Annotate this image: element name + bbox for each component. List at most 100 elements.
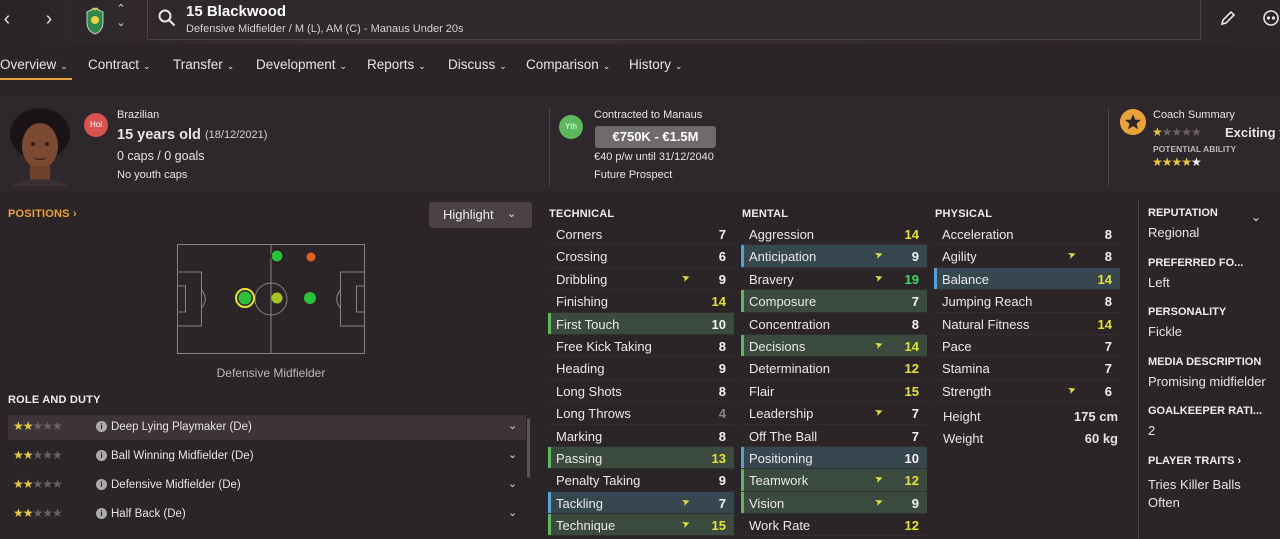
attribute-row[interactable]: Concentration 8 [741, 313, 927, 335]
search-icon[interactable] [158, 9, 176, 27]
attribute-name: Composure [749, 294, 817, 310]
tab-development[interactable]: Development ⌄ [256, 57, 347, 72]
attribute-row[interactable]: Decisions ➤ 14 [741, 334, 927, 358]
attribute-value: 14 [904, 338, 919, 354]
wage-contract: €40 p/w until 31/12/2040 [594, 151, 714, 163]
tab-transfer[interactable]: Transfer ⌄ [173, 57, 234, 72]
role-row[interactable]: ★★★★★ i Half Back (De) ⌄ [8, 502, 526, 527]
attribute-row[interactable]: Composure 7 [741, 290, 927, 313]
attribute-row[interactable]: Pace 7 [934, 335, 1120, 358]
physical-heading: PHYSICAL [935, 208, 993, 220]
trend-arrow-icon: ➤ [679, 271, 692, 285]
info-icon[interactable]: i [96, 450, 107, 461]
attribute-row[interactable]: Free Kick Taking 8 [548, 335, 734, 358]
attribute-row[interactable]: Bravery ➤ 19 [741, 268, 927, 291]
attribute-row[interactable]: Penalty Taking 9 [548, 469, 734, 492]
highlight-dropdown[interactable]: Highlight ⌄ [429, 202, 532, 228]
tab-bar: Overview ⌄ Contract ⌄ Transfer ⌄ Developmen… [0, 44, 1280, 84]
role-name: Ball Winning Midfielder (De) [111, 450, 254, 462]
attribute-row[interactable]: Positioning 10 [741, 446, 927, 470]
attribute-row[interactable]: Agility ➤ 8 [934, 245, 1120, 268]
transfer-value[interactable]: €750K - €1.5M [595, 126, 716, 148]
roles-scrollbar[interactable] [527, 418, 530, 478]
info-icon[interactable]: i [96, 508, 107, 519]
attribute-row[interactable]: Strength ➤ 6 [934, 380, 1120, 403]
position-dot-ml [270, 249, 284, 263]
preferred-foot-value: Left [1148, 275, 1170, 290]
attribute-row[interactable]: Passing 13 [548, 446, 734, 470]
attribute-row[interactable]: Leadership ➤ 7 [741, 402, 927, 425]
attribute-row[interactable]: Crossing 6 [548, 245, 734, 268]
attribute-name: Tackling [556, 495, 603, 511]
attribute-row[interactable]: Work Rate 12 [741, 514, 927, 537]
attribute-value: 9 [911, 249, 919, 265]
attribute-row[interactable]: Corners 7 [548, 223, 734, 246]
attribute-name: Determination [749, 361, 830, 377]
attribute-row[interactable]: Determination 12 [741, 357, 927, 380]
attribute-value: 14 [711, 294, 726, 310]
attribute-row[interactable]: Jumping Reach 8 [934, 290, 1120, 313]
tab-discuss[interactable]: Discuss ⌄ [448, 57, 507, 72]
chevron-down-icon[interactable]: ⌄ [508, 506, 517, 519]
attribute-row[interactable]: Dribbling ➤ 9 [548, 268, 734, 291]
attribute-name: Finishing [556, 294, 609, 310]
chevron-down-icon[interactable]: ⌄ [1251, 210, 1261, 224]
attribute-row[interactable]: Acceleration 8 [934, 223, 1120, 246]
edit-pencil-icon[interactable] [1220, 10, 1236, 26]
player-header-box[interactable]: 15 Blackwood Defensive Midfielder / M (L… [147, 0, 1201, 40]
chevron-down-icon[interactable]: ⌄ [508, 419, 517, 432]
info-icon[interactable]: i [96, 421, 107, 432]
attribute-row[interactable]: Anticipation ➤ 9 [741, 245, 927, 268]
forward-arrow-icon[interactable]: › [38, 6, 60, 32]
attribute-row[interactable]: First Touch 10 [548, 312, 734, 335]
trend-arrow-icon: ➤ [872, 406, 885, 420]
role-stars: ★★★★★ [13, 506, 63, 520]
attribute-row[interactable]: Finishing 14 [548, 290, 734, 313]
preferred-foot-label: PREFERRED FO... [1148, 257, 1244, 269]
attribute-row[interactable]: Long Shots 8 [548, 380, 734, 403]
attribute-row[interactable]: Aggression 14 [741, 223, 927, 246]
attribute-row[interactable]: Stamina 7 [934, 357, 1120, 380]
attribute-name: Positioning [749, 450, 813, 466]
attribute-row[interactable]: Teamwork ➤ 12 [741, 469, 927, 492]
role-row[interactable]: ★★★★★ i Deep Lying Playmaker (De) ⌄ [8, 415, 526, 440]
attribute-row[interactable]: Vision ➤ 9 [741, 491, 927, 515]
attribute-row[interactable]: Long Throws 4 [548, 402, 734, 425]
chevron-down-icon[interactable]: ⌄ [508, 477, 517, 490]
back-arrow-icon[interactable]: ‹ [0, 6, 18, 32]
tab-contract[interactable]: Contract ⌄ [88, 57, 151, 72]
positions-heading[interactable]: POSITIONS › [8, 208, 77, 220]
skull-icon[interactable] [1262, 10, 1280, 28]
player-traits-label[interactable]: PLAYER TRAITS › [1148, 455, 1241, 467]
date-of-birth: (18/12/2021) [205, 129, 268, 141]
attribute-row[interactable]: Marking 8 [548, 425, 734, 447]
info-icon[interactable]: i [96, 479, 107, 490]
height-label: Height [943, 409, 981, 424]
mental-heading: MENTAL [742, 208, 789, 220]
attribute-row[interactable]: Natural Fitness 14 [934, 313, 1120, 335]
attribute-name: Free Kick Taking [556, 338, 652, 354]
player-status: Future Prospect [594, 169, 673, 181]
height-value: 175 cm [1073, 409, 1118, 424]
attribute-row[interactable]: Heading 9 [548, 357, 734, 380]
positions-pitch [177, 244, 365, 354]
player-up-down-icon[interactable]: ⌃ ⌄ [114, 2, 128, 30]
club-crest-icon[interactable] [84, 6, 106, 36]
attribute-row[interactable]: Flair 15 [741, 380, 927, 403]
role-row[interactable]: ★★★★★ i Ball Winning Midfielder (De) ⌄ [8, 444, 526, 469]
tab-reports[interactable]: Reports ⌄ [367, 57, 426, 72]
attribute-value: 8 [718, 383, 726, 399]
role-row[interactable]: ★★★★★ i Defensive Midfielder (De) ⌄ [8, 473, 526, 498]
attribute-row[interactable]: Balance 14 [934, 267, 1120, 291]
chevron-down-icon[interactable]: ⌄ [508, 448, 517, 461]
attribute-value: 12 [904, 518, 919, 534]
tab-comparison[interactable]: Comparison ⌄ [526, 57, 610, 72]
attribute-value: 13 [711, 450, 726, 466]
tab-history[interactable]: History ⌄ [629, 57, 683, 72]
attribute-row[interactable]: Tackling ➤ 7 [548, 491, 734, 515]
attribute-row[interactable]: Off The Ball 7 [741, 425, 927, 447]
attribute-row[interactable]: Technique ➤ 15 [548, 514, 734, 537]
role-name: Deep Lying Playmaker (De) [111, 421, 252, 433]
tab-overview[interactable]: Overview ⌄ [0, 57, 72, 80]
role-stars: ★★★★★ [13, 419, 63, 433]
